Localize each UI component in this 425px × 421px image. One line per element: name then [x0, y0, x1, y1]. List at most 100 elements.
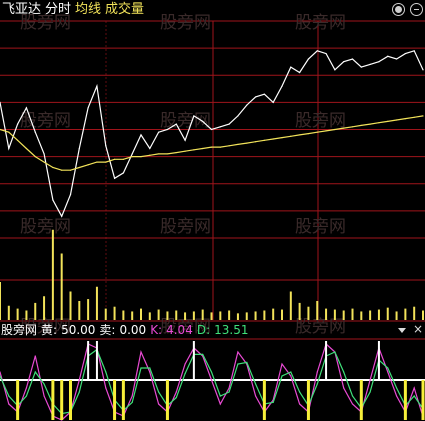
series-avg-point: [193, 149, 195, 151]
close-icon[interactable]: ×: [413, 322, 423, 336]
volume-bar: [333, 309, 336, 320]
watermark-text: 股旁网: [20, 13, 71, 33]
series-K-point: [78, 379, 80, 381]
buy-signal-bar: [121, 380, 125, 420]
series-K-point: [281, 363, 283, 365]
series-avg-point: [113, 158, 116, 160]
series-avg-point: [175, 151, 177, 154]
volume-bar: [78, 301, 81, 320]
volume-bar: [201, 309, 204, 320]
series-avg-point: [131, 156, 133, 158]
series-avg-point: [334, 128, 336, 131]
series-D-point: [387, 367, 389, 369]
series-price-point: [175, 123, 177, 125]
series-K-point: [105, 387, 107, 389]
dropdown-icon[interactable]: [398, 328, 406, 333]
series-avg-point: [343, 127, 345, 129]
volume-bar: [60, 253, 63, 320]
yellow-value: 50.00: [61, 323, 96, 337]
series-price-point: [52, 199, 54, 201]
series-price-point: [131, 153, 133, 155]
series-avg-point: [61, 169, 63, 171]
volume-bar: [272, 308, 275, 320]
indicator-header: 股旁网 黄: 50.00 卖: 0.00 K: 4.04 D: 13.51: [1, 322, 248, 338]
series-avg-point: [299, 134, 301, 136]
series-price-point: [34, 131, 36, 133]
series-price-point: [87, 107, 89, 109]
series-D-point: [43, 383, 45, 385]
series-price-point: [272, 101, 274, 103]
volume-bar: [263, 310, 266, 320]
series-price-point: [325, 52, 327, 55]
volume-bar: [422, 310, 424, 320]
volume-bar: [175, 310, 178, 320]
series-K-point: [34, 355, 36, 357]
series-D-point: [149, 367, 151, 369]
buy-signal-bar: [262, 380, 266, 420]
series-avg-point: [263, 139, 265, 141]
volume-bar: [140, 308, 142, 320]
series-K-point: [228, 387, 230, 389]
series-K-point: [131, 395, 133, 397]
volume-bar: [25, 310, 28, 320]
series-D-point: [202, 353, 204, 355]
series-price-point: [395, 58, 398, 60]
series-D-point: [316, 383, 318, 385]
volume-bar: [289, 291, 292, 320]
series-K-point: [140, 351, 142, 353]
series-avg-point: [325, 130, 327, 132]
series-price-point: [281, 85, 283, 87]
series-K-point: [369, 379, 371, 381]
buy-signal-bar: [165, 380, 169, 420]
volume-bar: [325, 308, 328, 320]
volume-bar: [131, 311, 134, 320]
series-avg-point: [25, 147, 28, 150]
series-avg-point: [52, 166, 54, 169]
sell-signal-bar: [95, 341, 98, 380]
series-K-point: [413, 387, 415, 389]
series-D-point: [131, 401, 133, 403]
series-D-point: [281, 375, 283, 377]
volume-bar: [122, 310, 125, 320]
volume-bar: [404, 308, 407, 320]
series-avg-point: [254, 141, 257, 143]
watermark-text: 股旁网: [160, 111, 211, 131]
series-D-point: [175, 397, 177, 399]
watermark-text: 股旁网: [295, 111, 346, 131]
volume-bar: [307, 306, 310, 320]
d-value: 13.51: [214, 323, 249, 337]
volume-bar: [395, 311, 398, 320]
k-label: K:: [150, 323, 163, 337]
series-D-point: [34, 371, 36, 373]
buy-signal-bar: [421, 380, 425, 420]
series-avg-point: [78, 166, 80, 169]
series-K-point: [351, 403, 354, 405]
volume-bar: [16, 308, 19, 320]
series-D-point: [246, 361, 248, 363]
series-price-point: [122, 172, 124, 174]
series-price-point: [25, 107, 28, 109]
series-avg-point: [246, 142, 248, 144]
volume-bar: [254, 311, 257, 320]
watermark-text: 股旁网: [295, 217, 346, 237]
series-price-point: [202, 120, 204, 122]
volume-bar: [95, 286, 98, 320]
series-avg-point: [219, 146, 221, 148]
series-price-point: [8, 147, 10, 150]
series-price-point: [193, 115, 195, 117]
volume-bar: [69, 291, 72, 320]
sell-signal-bar: [192, 341, 195, 380]
series-avg-point: [290, 135, 292, 137]
volume-bar: [34, 302, 37, 320]
volume-bar: [351, 308, 354, 320]
series-price-point: [228, 123, 230, 125]
volume-bar: [210, 312, 213, 320]
series-avg-point: [413, 116, 415, 118]
series-price-point: [166, 128, 169, 131]
series-avg-point: [140, 156, 142, 158]
series-K-point: [316, 371, 318, 373]
series-avg-point: [43, 161, 45, 163]
series-D-point: [413, 395, 415, 397]
volume-bar: [192, 311, 195, 320]
volume-bar: [184, 312, 187, 320]
